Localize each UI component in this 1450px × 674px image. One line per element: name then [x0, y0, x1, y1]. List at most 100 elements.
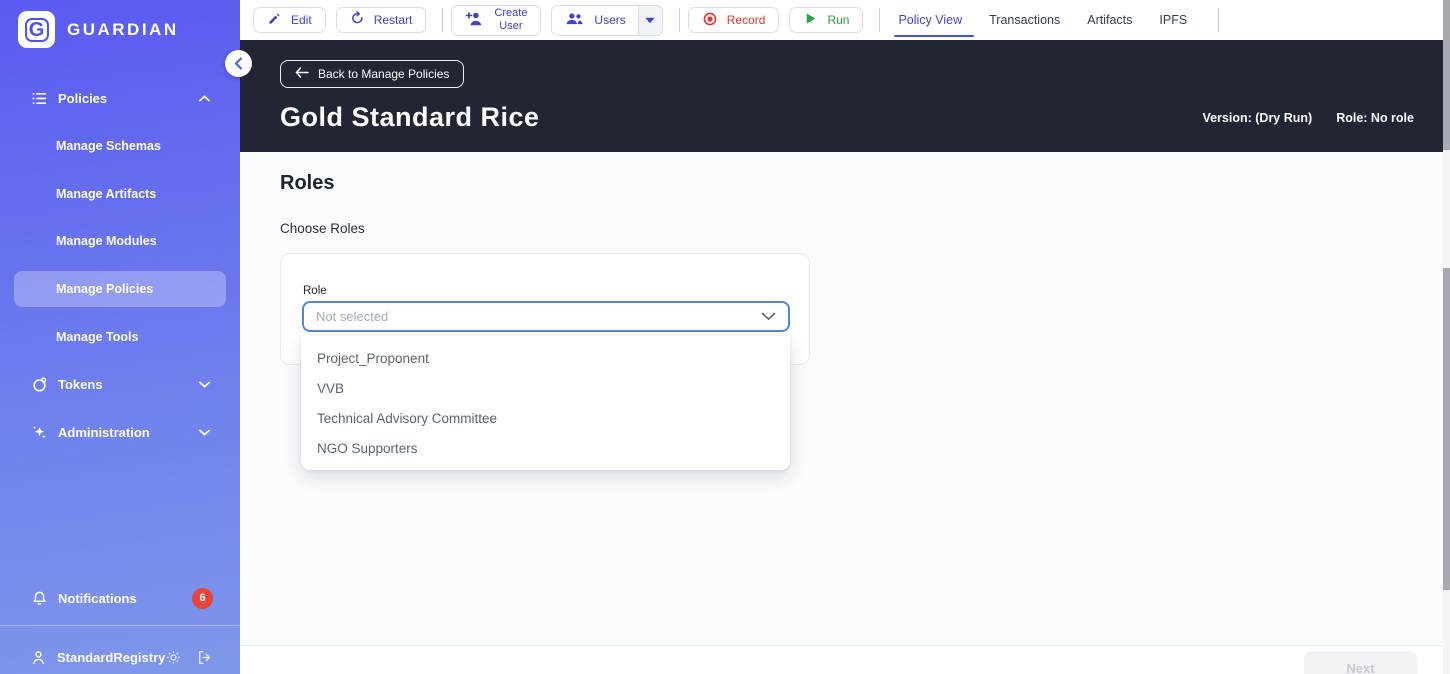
- notification-badge: 6: [192, 588, 213, 609]
- toolbar-divider: [1218, 8, 1219, 32]
- play-icon: [803, 11, 818, 29]
- add-user-icon: [465, 11, 485, 30]
- sidebar-collapse-button[interactable]: [225, 50, 252, 77]
- page-title: Gold Standard Rice: [280, 102, 540, 133]
- sidebar-item-label: Tokens: [58, 377, 103, 392]
- username: StandardRegistry: [57, 650, 165, 665]
- users-label: Users: [594, 13, 625, 27]
- app-root: G GUARDIAN Policies Manage Schemas Manag…: [0, 0, 1450, 674]
- restart-icon: [350, 11, 365, 29]
- tab-label: IPFS: [1159, 13, 1187, 27]
- edit-label: Edit: [291, 13, 312, 27]
- tab-label: Transactions: [989, 13, 1060, 27]
- sidebar-item-label: Administration: [58, 425, 150, 440]
- policy-meta: Version: (Dry Run) Role: No role: [1202, 111, 1414, 125]
- scrollbar-thumb[interactable]: [1443, 268, 1450, 590]
- user-row: StandardRegistry: [14, 641, 226, 674]
- policy-role: Role: No role: [1336, 111, 1414, 125]
- option-label: NGO Supporters: [317, 441, 418, 456]
- dropdown-option-project-proponent[interactable]: Project_Proponent: [301, 343, 790, 373]
- sidebar-item-label: Notifications: [58, 591, 137, 606]
- list-icon: [30, 89, 48, 107]
- back-label: Back to Manage Policies: [318, 67, 449, 81]
- chevron-down-icon: [761, 312, 776, 321]
- gear-icon[interactable]: [165, 649, 183, 667]
- next-button[interactable]: Next: [1304, 651, 1417, 674]
- dropdown-option-vvb[interactable]: VVB: [301, 373, 790, 403]
- role-dropdown-panel: Project_Proponent VVB Technical Advisory…: [301, 336, 790, 470]
- record-label: Record: [727, 13, 766, 27]
- tab-ipfs[interactable]: IPFS: [1157, 0, 1189, 40]
- policy-version: Version: (Dry Run): [1202, 111, 1312, 125]
- create-user-label-2: User: [494, 20, 527, 33]
- pencil-icon: [267, 11, 282, 29]
- sidebar-item-label: Manage Modules: [56, 234, 157, 248]
- bell-icon: [30, 589, 48, 607]
- sidebar-item-label: Policies: [58, 91, 107, 106]
- chevron-down-icon: [199, 381, 210, 388]
- sidebar-item-policies[interactable]: Policies: [14, 80, 226, 116]
- sidebar-item-notifications[interactable]: Notifications 6: [14, 580, 226, 616]
- policy-header: Back to Manage Policies Gold Standard Ri…: [240, 40, 1450, 152]
- option-label: Technical Advisory Committee: [317, 411, 497, 426]
- run-button[interactable]: Run: [789, 7, 863, 33]
- chevron-down-icon: [199, 429, 210, 436]
- tab-label: Policy View: [898, 13, 962, 27]
- sidebar-item-administration[interactable]: Administration: [14, 414, 226, 450]
- chevron-up-icon: [199, 95, 210, 102]
- back-to-manage-policies-button[interactable]: Back to Manage Policies: [280, 60, 464, 88]
- footer: Next: [240, 645, 1450, 674]
- roles-heading: Roles: [280, 172, 334, 195]
- option-label: Project_Proponent: [317, 351, 429, 366]
- sidebar-item-manage-artifacts[interactable]: Manage Artifacts: [14, 176, 226, 212]
- sidebar-item-manage-schemas[interactable]: Manage Schemas: [14, 128, 226, 164]
- toolbar: Edit Restart CreateUser Users Record: [240, 0, 1450, 40]
- users-dropdown-arrow[interactable]: [638, 6, 662, 35]
- main-content: Roles Choose Roles Role Not selected Pro…: [240, 152, 1450, 645]
- scrollbar-thumb[interactable]: [1443, 0, 1450, 150]
- sidebar-item-label: Manage Schemas: [56, 139, 161, 153]
- toolbar-divider: [442, 8, 443, 32]
- tab-label: Artifacts: [1087, 13, 1132, 27]
- create-user-button[interactable]: CreateUser: [451, 5, 541, 36]
- create-user-label-1: Create: [494, 7, 527, 20]
- run-label: Run: [827, 13, 849, 27]
- sidebar-divider: [0, 625, 240, 626]
- option-label: VVB: [317, 381, 344, 396]
- token-icon: [30, 375, 48, 393]
- role-select-value: Not selected: [316, 309, 388, 324]
- sidebar: G GUARDIAN Policies Manage Schemas Manag…: [0, 0, 240, 674]
- users-button[interactable]: Users: [552, 6, 637, 35]
- guardian-logo-icon: G: [18, 11, 55, 48]
- toolbar-divider: [679, 8, 680, 32]
- arrow-left-icon: [295, 67, 309, 81]
- logout-icon[interactable]: [196, 649, 214, 667]
- tab-policy-view[interactable]: Policy View: [896, 0, 964, 40]
- sidebar-item-manage-tools[interactable]: Manage Tools: [14, 319, 226, 355]
- tab-artifacts[interactable]: Artifacts: [1085, 0, 1134, 40]
- brand: G GUARDIAN: [18, 11, 179, 48]
- sidebar-item-tokens[interactable]: Tokens: [14, 366, 226, 402]
- brand-name: GUARDIAN: [67, 20, 179, 40]
- edit-button[interactable]: Edit: [253, 7, 326, 33]
- tab-transactions[interactable]: Transactions: [987, 0, 1062, 40]
- record-button[interactable]: Record: [688, 7, 780, 33]
- users-button-group: Users: [551, 5, 662, 36]
- choose-roles-text: Choose Roles: [280, 221, 365, 236]
- restart-label: Restart: [374, 13, 413, 27]
- toolbar-divider: [879, 8, 880, 32]
- sidebar-item-label: Manage Artifacts: [56, 187, 156, 201]
- triangle-down-icon: [645, 17, 655, 24]
- role-select[interactable]: Not selected: [302, 301, 790, 332]
- tab-bar: Policy View Transactions Artifacts IPFS: [896, 0, 1212, 40]
- record-icon: [702, 11, 718, 30]
- dropdown-option-technical-advisory-committee[interactable]: Technical Advisory Committee: [301, 403, 790, 433]
- sidebar-item-manage-modules[interactable]: Manage Modules: [14, 223, 226, 259]
- sparkle-icon: [30, 423, 48, 441]
- sidebar-item-manage-policies[interactable]: Manage Policies: [14, 271, 226, 307]
- user-icon: [30, 649, 47, 667]
- sidebar-item-label: Manage Policies: [56, 282, 153, 296]
- restart-button[interactable]: Restart: [336, 7, 427, 33]
- dropdown-option-ngo-supporters[interactable]: NGO Supporters: [301, 433, 790, 463]
- users-icon: [564, 11, 585, 30]
